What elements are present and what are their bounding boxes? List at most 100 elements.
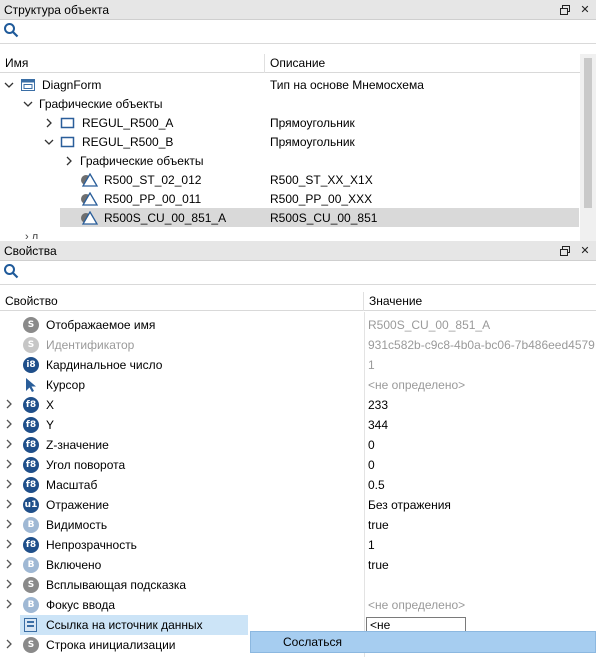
property-value[interactable]: 1 [368, 538, 375, 552]
chevron-right-icon[interactable] [4, 579, 14, 592]
tree-row[interactable]: R500_PP_00_011 R500_PP_00_XXX [0, 189, 579, 208]
property-row[interactable]: S Всплывающая подсказка [0, 575, 596, 595]
chevron-right-icon[interactable] [4, 599, 14, 612]
linked-shape-icon [80, 210, 98, 225]
search-icon[interactable] [3, 22, 19, 41]
property-row[interactable]: f8 X 233 [0, 395, 596, 415]
chevron-right-icon[interactable] [44, 118, 54, 128]
property-name: Всплывающая подсказка [46, 578, 187, 592]
close-icon[interactable]: ✕ [578, 244, 592, 258]
property-value[interactable]: Без отражения [368, 498, 451, 512]
property-row[interactable]: B Видимость true [0, 515, 596, 535]
chevron-right-icon[interactable] [4, 419, 14, 432]
property-value[interactable]: <не определено> [368, 598, 465, 612]
structure-search-bar[interactable] [0, 20, 596, 44]
property-row[interactable]: f8 Z-значение 0 [0, 435, 596, 455]
restore-icon[interactable] [558, 244, 572, 258]
property-row[interactable]: S Идентификатор 931c582b-c9c8-4b0a-bc06-7b… [0, 335, 596, 355]
properties-column-header: Свойство Значение [0, 292, 596, 311]
property-name: Отображаемое имя [46, 318, 156, 332]
type-b-icon: B [23, 517, 39, 533]
tree-row[interactable]: Графические объекты [0, 151, 579, 170]
chevron-right-icon[interactable] [4, 479, 14, 492]
chevron-down-icon[interactable] [23, 99, 33, 109]
tree-item-name: REGUL_R500_B [82, 134, 174, 149]
column-property[interactable]: Свойство [0, 292, 364, 311]
tree-item-name: DiagnForm [42, 77, 102, 92]
property-row[interactable]: B Фокус ввода <не определено> [0, 595, 596, 615]
property-row[interactable]: Курсор <не определено> [0, 375, 596, 395]
property-name: Масштаб [46, 478, 98, 492]
property-value[interactable]: <не определено> [368, 378, 465, 392]
chevron-right-icon[interactable] [4, 499, 14, 512]
tree-row[interactable]: Графические объекты [0, 94, 579, 113]
property-name: Идентификатор [46, 338, 135, 352]
chevron-right-icon[interactable] [4, 559, 14, 572]
properties-panel-header: Свойства ✕ [0, 241, 596, 261]
structure-column-header: Имя Описание [0, 54, 580, 73]
chevron-down-icon[interactable] [4, 80, 14, 90]
chevron-right-icon[interactable] [4, 439, 14, 452]
chevron-down-icon[interactable] [44, 137, 54, 147]
chevron-right-icon[interactable] [4, 639, 14, 652]
type-b-icon: B [23, 597, 39, 613]
restore-icon[interactable] [558, 3, 572, 17]
type-s-icon: S [23, 317, 39, 333]
property-row[interactable]: f8 Непрозрачность 1 [0, 535, 596, 555]
property-row[interactable]: f8 Угол поворота 0 [0, 455, 596, 475]
chevron-right-icon[interactable] [4, 399, 14, 412]
type-f8-icon: f8 [23, 537, 39, 553]
data-source-link-icon [23, 617, 39, 636]
tree-item-name: R500S_CU_00_851_A [104, 210, 227, 225]
property-value[interactable]: 344 [368, 418, 388, 432]
property-row[interactable]: Ссылка на источник данных [20, 615, 248, 635]
context-menu: Сослаться [250, 631, 596, 653]
property-value[interactable]: 0 [368, 458, 375, 472]
property-name: Кардинальное число [46, 358, 163, 372]
property-value[interactable]: R500S_CU_00_851_A [368, 318, 490, 332]
property-value[interactable]: true [368, 518, 389, 532]
column-value[interactable]: Значение [364, 292, 596, 311]
property-row[interactable]: u1 Отражение Без отражения [0, 495, 596, 515]
tree-row[interactable]: DiagnForm Тип на основе Мнемосхема [0, 75, 579, 94]
tree-row[interactable]: REGUL_R500_A Прямоугольник [0, 113, 579, 132]
tree-item-name: Графические объекты [80, 153, 204, 168]
property-value[interactable]: 233 [368, 398, 388, 412]
type-sd-icon: S [23, 337, 39, 353]
property-name: X [46, 398, 55, 412]
tree-row[interactable]: R500_ST_02_012 R500_ST_XX_X1X [0, 170, 579, 189]
property-name: Y [46, 418, 55, 432]
tree-item-name: REGUL_R500_A [82, 115, 174, 130]
property-value[interactable]: 1 [368, 358, 375, 372]
chevron-right-icon[interactable] [4, 539, 14, 552]
close-icon[interactable]: ✕ [578, 3, 592, 17]
chevron-right-icon[interactable] [4, 459, 14, 472]
chevron-right-icon[interactable] [4, 519, 14, 532]
type-s-icon: S [23, 577, 39, 593]
property-value[interactable]: 931c582b-c9c8-4b0a-bc06-7b486eed4579 [368, 338, 595, 352]
tree-row[interactable]: REGUL_R500_B Прямоугольник [0, 132, 579, 151]
chevron-right-icon[interactable] [64, 156, 74, 166]
structure-scrollbar[interactable] [580, 54, 596, 242]
property-name: Курсор [46, 378, 86, 392]
property-row[interactable]: B Включено true [0, 555, 596, 575]
scrollbar-thumb[interactable] [584, 58, 592, 208]
column-description[interactable]: Описание [265, 54, 580, 73]
property-row[interactable]: i8 Кардинальное число 1 [0, 355, 596, 375]
structure-panel-title: Структура объекта [4, 2, 110, 17]
column-name[interactable]: Имя [0, 54, 265, 73]
property-row[interactable]: f8 Масштаб 0.5 [0, 475, 596, 495]
property-row[interactable]: f8 Y 344 [0, 415, 596, 435]
property-row[interactable]: S Отображаемое имя R500S_CU_00_851_A [0, 315, 596, 335]
partial-row: › л [25, 231, 39, 239]
tree-item-description: Тип на основе Мнемосхема [270, 77, 424, 92]
property-value[interactable]: true [368, 558, 389, 572]
tree-item-description: R500S_CU_00_851 [270, 210, 378, 225]
property-value[interactable]: 0 [368, 438, 375, 452]
tree-row[interactable]: R500S_CU_00_851_A R500S_CU_00_851 [60, 208, 579, 227]
context-menu-item-link[interactable]: Сослаться [283, 635, 342, 649]
search-icon[interactable] [3, 263, 19, 282]
property-value[interactable]: 0.5 [368, 478, 385, 492]
property-name: Видимость [46, 518, 108, 532]
properties-search-bar[interactable] [0, 261, 596, 285]
